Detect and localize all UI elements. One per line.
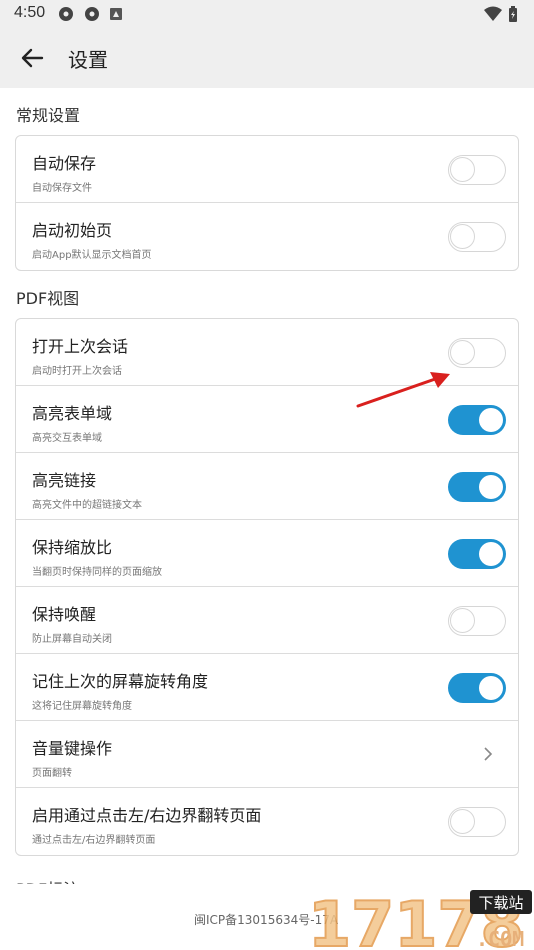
annotation-arrow-icon [356,372,450,408]
toggle-knob [479,676,503,700]
setting-subtitle: 当翻页时保持同样的页面缩放 [32,567,162,578]
toggle-knob [450,340,475,365]
setting-title: 打开上次会话 [32,337,129,356]
app-bar: 设置 [0,28,534,88]
notification-icon [110,8,122,20]
keep-awake-toggle[interactable] [448,606,506,636]
tap-edge-flip-toggle[interactable] [448,807,506,837]
chevron-right-icon[interactable] [482,745,494,763]
watermark-badge: 下载站 [478,894,523,912]
setting-subtitle: 防止屏幕自动关闭 [32,634,112,645]
toggle-knob [450,608,475,633]
highlight-links-toggle[interactable] [448,472,506,502]
toggle-knob [479,475,503,499]
vpn-icon [59,7,73,21]
setting-subtitle: 自动保存文件 [32,183,92,194]
auto-save-toggle[interactable] [448,155,506,185]
open-last-session-toggle[interactable] [448,338,506,368]
setting-title: 启用通过点击左/右边界翻转页面 [32,806,262,825]
toggle-knob [479,408,503,432]
toggle-knob [479,542,503,566]
start-page-toggle[interactable] [448,222,506,252]
battery-icon [509,6,517,22]
status-bar: 4:50 [0,0,534,28]
section-title-pdf-view: PDF视图 [16,289,80,308]
site-watermark-logo: 17178 下载站 .COM [307,887,532,950]
page-title: 设置 [68,48,108,72]
setting-subtitle: 页面翻转 [32,768,72,779]
setting-subtitle: 这将记住屏幕旋转角度 [32,701,132,712]
section-title-general: 常规设置 [16,106,81,125]
setting-subtitle: 启动时打开上次会话 [32,366,122,377]
toggle-knob [450,157,475,182]
setting-title: 记住上次的屏幕旋转角度 [32,672,209,691]
setting-tap-edge-flip[interactable]: 启用通过点击左/右边界翻转页面 通过点击左/右边界翻转页面 [16,788,518,855]
setting-title: 高亮链接 [32,471,97,490]
setting-keep-zoom[interactable]: 保持缩放比 当翻页时保持同样的页面缩放 [16,520,518,587]
setting-title: 保持缩放比 [32,538,113,557]
vpn-icon-2 [85,7,99,21]
status-time: 4:50 [14,4,46,21]
setting-volume-keys[interactable]: 音量键操作 页面翻转 [16,721,518,788]
toggle-knob [450,224,475,249]
setting-subtitle: 高亮文件中的超链接文本 [32,500,142,511]
setting-highlight-links[interactable]: 高亮链接 高亮文件中的超链接文本 [16,453,518,520]
setting-subtitle: 通过点击左/右边界翻转页面 [32,835,156,846]
general-settings-card: 自动保存 自动保存文件 启动初始页 启动App默认显示文档首页 [15,135,519,271]
setting-subtitle: 高亮交互表单域 [32,433,102,444]
setting-title: 音量键操作 [32,739,113,758]
setting-title: 自动保存 [32,154,97,173]
setting-title: 启动初始页 [32,221,113,240]
toggle-knob [450,809,475,834]
setting-subtitle: 启动App默认显示文档首页 [32,250,152,261]
setting-start-page[interactable]: 启动初始页 启动App默认显示文档首页 [16,203,518,270]
setting-title: 保持唤醒 [32,605,97,624]
setting-title: 高亮表单域 [32,404,113,423]
wifi-icon [484,6,502,21]
remember-rotation-toggle[interactable] [448,673,506,703]
keep-zoom-toggle[interactable] [448,539,506,569]
setting-auto-save[interactable]: 自动保存 自动保存文件 [16,136,518,203]
watermark-domain: .COM [476,927,524,950]
setting-keep-awake[interactable]: 保持唤醒 防止屏幕自动关闭 [16,587,518,654]
back-arrow-icon[interactable] [18,44,46,72]
setting-remember-rotation[interactable]: 记住上次的屏幕旋转角度 这将记住屏幕旋转角度 [16,654,518,721]
